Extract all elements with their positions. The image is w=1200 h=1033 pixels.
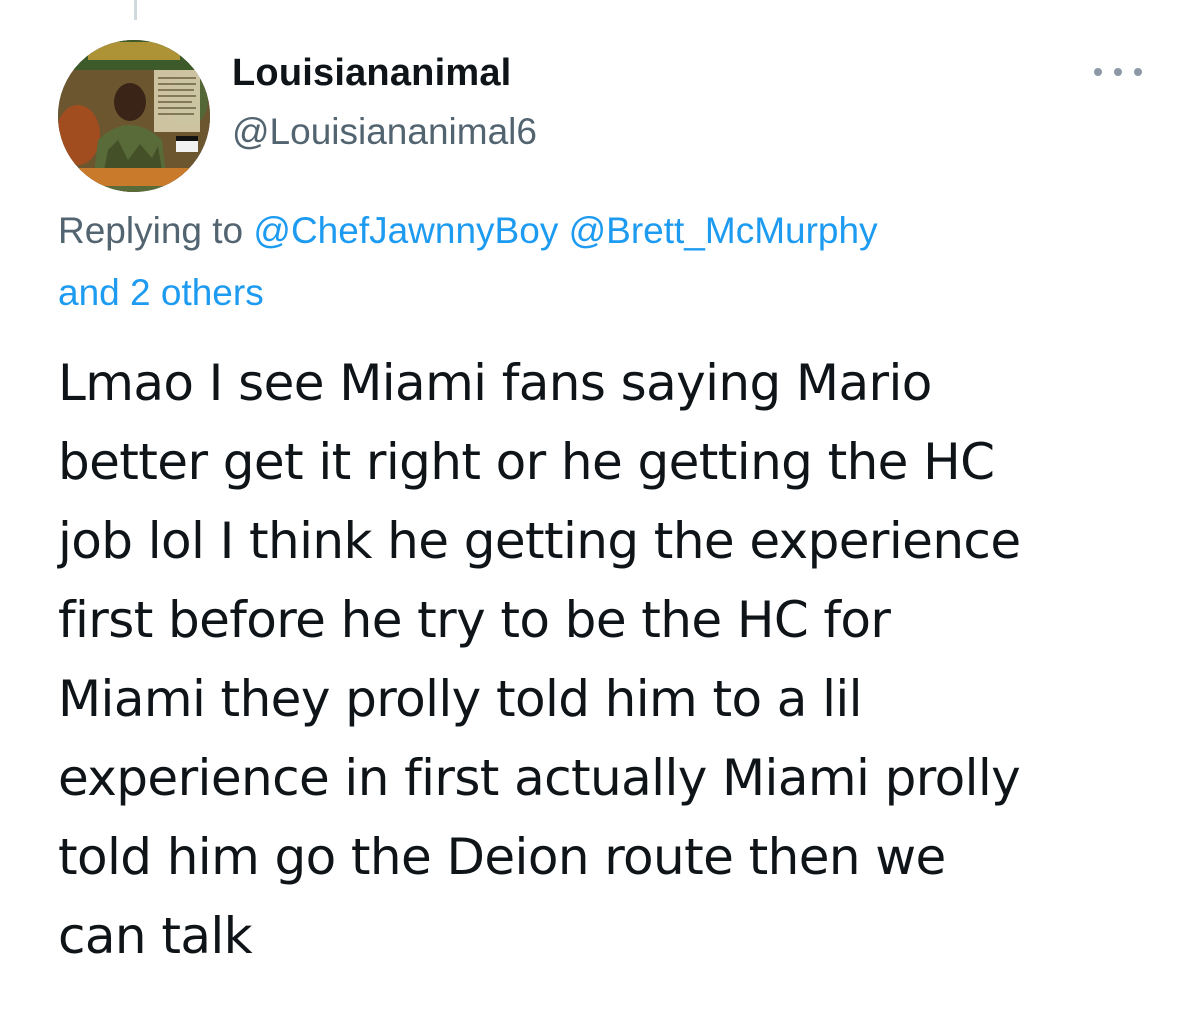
tweet-text-line: can talk xyxy=(58,907,253,965)
tweet-text-line: first before he try to be the HC for xyxy=(58,591,891,649)
more-dot xyxy=(1114,68,1122,76)
author-display-name[interactable]: Louisiananimal xyxy=(232,52,511,95)
mention-link[interactable]: @Brett_McMurphy xyxy=(569,210,878,251)
tweet-text-line: Lmao I see Miami fans saying Mario xyxy=(58,354,932,412)
author-handle[interactable]: @Louisiananimal6 xyxy=(232,111,537,153)
reply-context: Replying to @ChefJawnnyBoy @Brett_McMurp… xyxy=(58,200,1148,324)
others-link[interactable]: and 2 others xyxy=(58,272,264,313)
tweet-text-line: Miami they prolly told him to a lil xyxy=(58,670,863,728)
author-avatar[interactable] xyxy=(58,40,210,192)
more-horizontal-icon[interactable] xyxy=(1094,60,1142,84)
more-dot xyxy=(1094,68,1102,76)
replying-prefix: Replying to xyxy=(58,210,244,251)
album-cover-avatar-icon xyxy=(58,40,210,192)
tweet-text-line: job lol I think he getting the experienc… xyxy=(58,512,1021,570)
tweet-text-line: experience in first actually Miami proll… xyxy=(58,749,1021,807)
tweet-text-line: better get it right or he getting the HC xyxy=(58,433,995,491)
tweet-text-line: told him go the Deion route then we xyxy=(58,828,946,886)
mention-link[interactable]: @ChefJawnnyBoy xyxy=(253,210,558,251)
thread-connector-line xyxy=(134,0,137,20)
tweet-body: Lmao I see Miami fans saying Mario bette… xyxy=(58,344,1168,976)
more-dot xyxy=(1134,68,1142,76)
